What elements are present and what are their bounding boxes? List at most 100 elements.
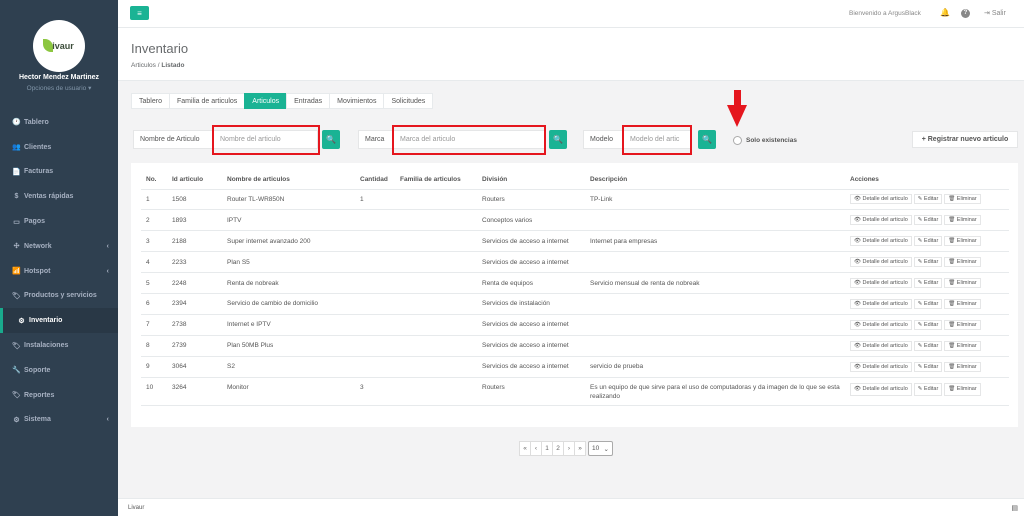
tab-articulos[interactable]: Articulos [244,93,288,109]
edit-button[interactable]: ✎ Editar [913,319,943,330]
sidebar-item-productos[interactable]: 🏷 Productos y servicios [0,284,118,309]
search-icon: 🔍 [702,135,712,144]
row-actions: 👁 Detalle del articulo ✎ Editar 🗑 Eliminar [850,382,1004,396]
detail-button[interactable]: 👁 Detalle del articulo [850,215,912,226]
new-article-button[interactable]: + Registrar nuevo articulo [912,131,1018,148]
delete-button[interactable]: 🗑 Eliminar [944,257,981,268]
delete-button[interactable]: 🗑 Eliminar [944,236,981,247]
cell-id: 2738 [167,314,222,336]
tab-entradas[interactable]: Entradas [286,93,331,109]
detail-button[interactable]: 👁 Detalle del articulo [850,382,912,396]
cell-division: Conceptos varios [477,209,585,232]
cell-no: 6 [141,293,167,315]
sidebar-item-clientes[interactable]: 👥 Clientes [0,135,118,160]
delete-button[interactable]: 🗑 Eliminar [944,382,981,396]
edit-button[interactable]: ✎ Editar [913,194,943,205]
cell-qty [355,356,395,378]
sidebar-item-instalaciones[interactable]: 🏷 Instalaciones [0,333,118,358]
logout-label: Salir [991,10,1006,17]
sidebar-item-facturas[interactable]: 📄 Facturas [0,160,118,185]
page-size-select[interactable]: 10 ⌄ [588,441,613,456]
table-row: 2 1893 IPTV Conceptos varios 👁 Detalle del a… [141,209,1009,232]
sidebar-item-pagos[interactable]: ▭ Pagos [0,209,118,234]
sidebar-item-label: Inventario [29,317,63,325]
bell-icon[interactable]: 🔔 [940,8,950,17]
sidebar-item-sistema[interactable]: ⚙ Sistema ‹ [0,408,118,433]
delete-button[interactable]: 🗑 Eliminar [944,298,981,309]
cell-name: Internet e IPTV [222,314,355,336]
sidebar-item-label: Ventas rápidas [24,193,74,201]
menu-toggle-button[interactable]: ≡ [130,6,149,20]
edit-button[interactable]: ✎ Editar [913,361,943,372]
cell-actions: 👁 Detalle del articulo ✎ Editar 🗑 Eliminar [845,293,1009,315]
page-last-button[interactable]: » [574,441,586,456]
tab-solicitudes[interactable]: Solicitudes [383,93,434,109]
delete-button[interactable]: 🗑 Eliminar [944,340,981,351]
sidebar: ivaur Hector Mendez Martinez Opciones de… [0,0,118,516]
table-header-row: No. Id articulo Nombre de articulos Cant… [141,171,1009,190]
edit-button[interactable]: ✎ Editar [913,257,943,268]
detail-button[interactable]: 👁 Detalle del articulo [850,257,912,268]
help-icon[interactable]: ? [961,9,970,18]
name-filter-input[interactable]: Nombre del articulo [213,130,318,149]
delete-button[interactable]: 🗑 Eliminar [944,361,981,372]
delete-button[interactable]: 🗑 Eliminar [944,194,981,205]
cell-actions: 👁 Detalle del articulo ✎ Editar 🗑 Eliminar [845,251,1009,274]
tab-movimientos[interactable]: Movimientos [329,93,385,109]
edit-button[interactable]: ✎ Editar [913,278,943,288]
tab-tablero[interactable]: Tablero [131,93,170,109]
detail-button[interactable]: 👁 Detalle del articulo [850,194,912,205]
cell-description [585,209,845,232]
edit-button[interactable]: ✎ Editar [913,236,943,247]
detail-button[interactable]: 👁 Detalle del articulo [850,298,912,309]
chat-icon[interactable]: ▤ [1011,504,1018,512]
detail-button[interactable]: 👁 Detalle del articulo [850,361,912,372]
articles-table: No. Id articulo Nombre de articulos Cant… [141,171,1009,406]
sidebar-item-hotspot[interactable]: 📶 Hotspot ‹ [0,259,118,284]
profile-options[interactable]: Opciones de usuario ▾ [0,84,118,92]
cell-actions: 👁 Detalle del articulo ✎ Editar 🗑 Eliminar [845,189,1009,211]
cell-no: 8 [141,335,167,357]
cell-family [395,209,477,232]
sidebar-item-reportes[interactable]: 🏷 Reportes [0,383,118,408]
detail-button[interactable]: 👁 Detalle del articulo [850,236,912,247]
sidebar-item-ventas-rapidas[interactable]: $ Ventas rápidas [0,184,118,209]
sidebar-item-network[interactable]: ✣ Network ‹ [0,234,118,259]
row-actions: 👁 Detalle del articulo ✎ Editar 🗑 Eliminar [850,340,1004,351]
sidebar-item-inventario[interactable]: ⚙ Inventario [0,308,118,334]
name-search-button[interactable]: 🔍 [322,130,340,149]
model-search-button[interactable]: 🔍 [698,130,716,149]
edit-button[interactable]: ✎ Editar [913,382,943,396]
sidebar-item-label: Productos y servicios [24,292,97,300]
logout-link[interactable]: ⇥ Salir [984,9,1006,17]
sidebar-item-soporte[interactable]: 🔧 Soporte [0,358,118,383]
col-no: No. [141,171,167,190]
brand-search-button[interactable]: 🔍 [549,130,567,149]
cell-qty [355,272,395,294]
edit-button[interactable]: ✎ Editar [913,340,943,351]
only-stock-radio[interactable] [733,136,742,145]
brand-filter-input[interactable]: Marca del articulo [393,130,545,149]
sidebar-item-label: Network [24,242,52,250]
detail-button[interactable]: 👁 Detalle del articulo [850,278,912,288]
model-filter-input[interactable]: Modelo del artic [623,130,691,149]
cell-family [395,230,477,253]
cell-id: 2394 [167,293,222,315]
delete-button[interactable]: 🗑 Eliminar [944,215,981,226]
detail-button[interactable]: 👁 Detalle del articulo [850,340,912,351]
edit-button[interactable]: ✎ Editar [913,298,943,309]
sidebar-item-tablero[interactable]: 🕐 Tablero [0,110,118,135]
detail-button[interactable]: 👁 Detalle del articulo [850,319,912,330]
row-actions: 👁 Detalle del articulo ✎ Editar 🗑 Eliminar [850,194,1004,205]
edit-button[interactable]: ✎ Editar [913,215,943,226]
breadcrumb-root[interactable]: Articulos [131,62,156,69]
footer: Livaur ▤ [118,498,1024,516]
cell-family [395,293,477,315]
delete-button[interactable]: 🗑 Eliminar [944,319,981,330]
sidebar-item-label: Tablero [24,118,49,126]
tab-familia[interactable]: Familia de articulos [168,93,246,109]
cell-division: Servicios de instalación [477,293,585,315]
col-id: Id articulo [167,171,222,190]
delete-button[interactable]: 🗑 Eliminar [944,278,981,288]
cell-name: Monitor [222,377,355,406]
